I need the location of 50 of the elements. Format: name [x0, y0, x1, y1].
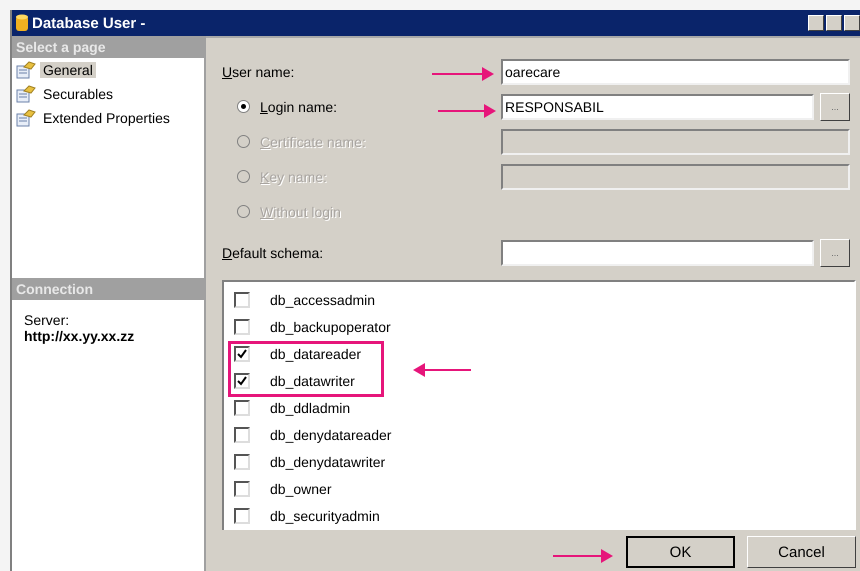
text-field[interactable] [501, 128, 850, 154]
field-label: User name: [222, 64, 294, 80]
database-icon [16, 14, 28, 32]
close-button[interactable] [844, 15, 860, 31]
section-header: Select a page [12, 36, 204, 58]
user-name-field[interactable]: oarecare [501, 58, 850, 84]
field-label: Default schema: [222, 244, 324, 260]
checkbox[interactable] [234, 372, 250, 388]
checkbox[interactable] [234, 292, 250, 308]
default-schema-field[interactable] [501, 240, 814, 266]
text-field[interactable]: RESPONSABIL [501, 94, 814, 120]
annotation-arrow [413, 363, 471, 377]
sidebar-item[interactable]: Extended Properties [40, 110, 173, 126]
checkbox[interactable] [234, 426, 250, 442]
role-label: db_owner [270, 480, 332, 496]
checkbox[interactable] [234, 454, 250, 470]
maximize-button[interactable] [826, 15, 842, 31]
window-title: Database User - [32, 14, 146, 32]
section-header: Connection [12, 278, 204, 300]
annotation-arrow [438, 104, 496, 118]
radio-button[interactable] [237, 100, 250, 113]
minimize-button[interactable] [808, 15, 824, 31]
property-page-icon [16, 85, 36, 103]
checkbox[interactable] [234, 346, 250, 362]
server-label: Server: [23, 312, 70, 328]
property-page-icon [16, 61, 36, 79]
role-label: db_denydatareader [270, 426, 392, 442]
property-page-icon [16, 109, 36, 127]
role-label: db_accessadmin [270, 292, 376, 308]
radio-label: Login name: [260, 98, 338, 114]
annotation-arrow [432, 67, 494, 81]
checkbox[interactable] [234, 400, 250, 416]
annotation-arrow [553, 549, 613, 563]
checkbox[interactable] [234, 508, 250, 524]
sidebar-item[interactable]: Securables [40, 86, 116, 102]
browse-button[interactable]: ... [820, 238, 850, 266]
cancel-button[interactable]: Cancel [747, 536, 856, 568]
role-label: db_securityadmin [270, 508, 380, 524]
server-address: http://xx.yy.xx.zz [23, 328, 136, 344]
checkbox[interactable] [234, 480, 250, 496]
sidebar-item[interactable]: General [40, 62, 96, 78]
role-label: db_denydatawriter [270, 454, 386, 470]
role-label: db_datawriter [270, 372, 355, 388]
text-field[interactable] [501, 164, 850, 190]
role-label: db_datareader [270, 346, 362, 362]
checkbox[interactable] [234, 318, 250, 334]
ok-button[interactable]: OK [626, 536, 735, 568]
role-label: db_backupoperator [270, 318, 391, 334]
browse-button[interactable]: ... [820, 92, 850, 120]
role-label: db_ddladmin [270, 400, 350, 416]
